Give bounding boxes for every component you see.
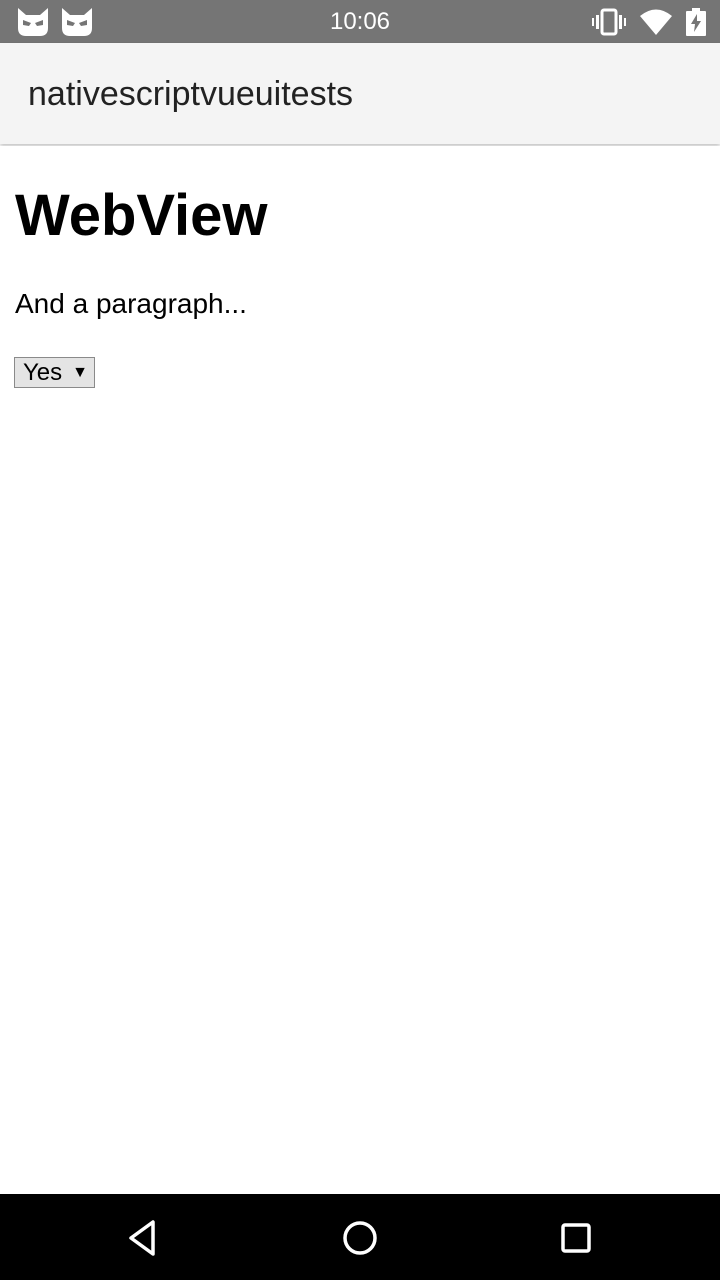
select-value: Yes [23,358,63,386]
back-icon [123,1216,167,1260]
web-paragraph: And a paragraph... [15,288,247,319]
yes-no-select[interactable]: Yes ▼ [14,357,95,388]
home-button[interactable] [338,1216,382,1260]
navigation-bar [0,1194,720,1280]
status-system-icons [592,8,706,36]
vibrate-icon [592,8,626,36]
home-icon [338,1216,382,1260]
action-bar: nativescriptvueuitests [0,43,720,144]
battery-charging-icon [686,8,706,36]
back-button[interactable] [123,1216,167,1260]
app-title: nativescriptvueuitests [28,75,354,113]
status-bar: 10:06 [0,0,720,43]
wifi-icon [640,9,672,35]
recents-icon [554,1216,598,1260]
dropdown-arrow-icon: ▼ [72,363,88,381]
web-view[interactable]: WebView And a paragraph... Yes ▼ [0,146,720,1194]
web-heading: WebView [15,183,268,248]
recents-button[interactable] [554,1216,598,1260]
